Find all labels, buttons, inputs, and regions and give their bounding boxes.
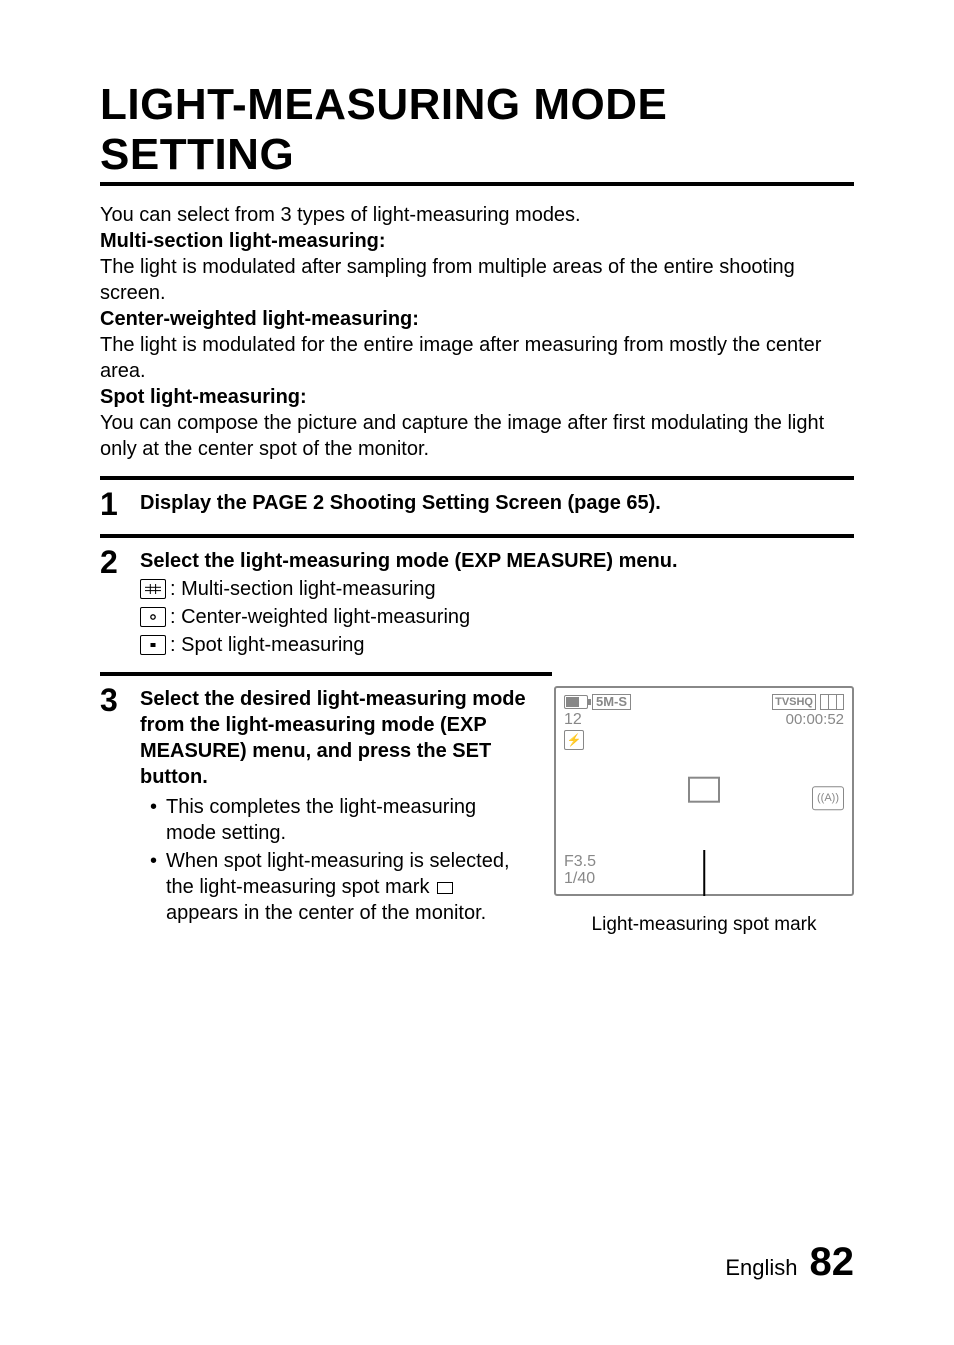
step-2-number: 2 xyxy=(100,542,140,658)
step-3-title: Select the desired light-measuring mode … xyxy=(140,688,526,788)
resolution-badge: 5M-S xyxy=(592,694,631,710)
aperture-value: F3.5 xyxy=(564,853,596,871)
spot-mark-box xyxy=(688,777,720,803)
grid-icon xyxy=(820,694,844,710)
page-footer: English 82 xyxy=(725,1240,854,1285)
step-3-bullet-2: When spot light-measuring is selected, t… xyxy=(150,848,530,926)
multi-section-icon xyxy=(140,579,166,599)
step-3-rule xyxy=(100,672,552,676)
shots-remaining: 12 xyxy=(564,711,631,729)
step-3-number: 3 xyxy=(100,680,140,936)
lcd-illustration: 5M-S 12 ⚡ TVSHQ 00:00:52 ((A)) F3.5 1/4 xyxy=(554,686,854,936)
intro-block: You can select from 3 types of light-mea… xyxy=(100,202,854,462)
lcd-caption: Light-measuring spot mark xyxy=(554,914,854,936)
step-2: 2 Select the light-measuring mode (EXP M… xyxy=(100,534,854,658)
step-1-number: 1 xyxy=(100,484,140,520)
intro-lead: You can select from 3 types of light-mea… xyxy=(100,204,581,226)
flash-icon: ⚡ xyxy=(564,730,584,750)
center-weighted-icon xyxy=(140,607,166,627)
mode1-body: The light is modulated after sampling fr… xyxy=(100,256,795,304)
record-time: 00:00:52 xyxy=(772,711,844,728)
step-2-opt-b: : Center-weighted light-measuring xyxy=(170,604,470,630)
battery-icon xyxy=(564,695,588,709)
step-3-bullet-1: This completes the light-measuring mode … xyxy=(150,794,530,846)
step-2-opt-c: : Spot light-measuring xyxy=(170,632,365,658)
spot-icon xyxy=(140,635,166,655)
step-2-opt-a: : Multi-section light-measuring xyxy=(170,576,436,602)
footer-page-number: 82 xyxy=(810,1240,855,1285)
step-2-options: : Multi-section light-measuring : Center… xyxy=(140,576,854,658)
spot-mark-inline-icon xyxy=(437,882,453,894)
mode3-body: You can compose the picture and capture … xyxy=(100,412,824,460)
step-2-title: Select the light-measuring mode (EXP MEA… xyxy=(140,550,678,572)
step-1-title: Display the PAGE 2 Shooting Setting Scre… xyxy=(140,492,661,514)
stabilizer-icon: ((A)) xyxy=(812,786,844,810)
callout-pointer xyxy=(703,850,705,896)
mode1-heading: Multi-section light-measuring: xyxy=(100,230,386,252)
step-3: 3 Select the desired light-measuring mod… xyxy=(100,680,530,936)
shutter-value: 1/40 xyxy=(564,870,596,888)
step-3-bullet-2a: When spot light-measuring is selected, t… xyxy=(166,850,510,898)
step-3-bullet-2b: appears in the center of the monitor. xyxy=(166,902,486,924)
page-title: LIGHT-MEASURING MODE SETTING xyxy=(100,80,854,186)
mode2-heading: Center-weighted light-measuring: xyxy=(100,308,419,330)
step-1: 1 Display the PAGE 2 Shooting Setting Sc… xyxy=(100,476,854,520)
mode2-body: The light is modulated for the entire im… xyxy=(100,334,821,382)
footer-language: English xyxy=(725,1255,797,1281)
video-quality-badge: TVSHQ xyxy=(772,694,816,710)
mode3-heading: Spot light-measuring: xyxy=(100,386,307,408)
